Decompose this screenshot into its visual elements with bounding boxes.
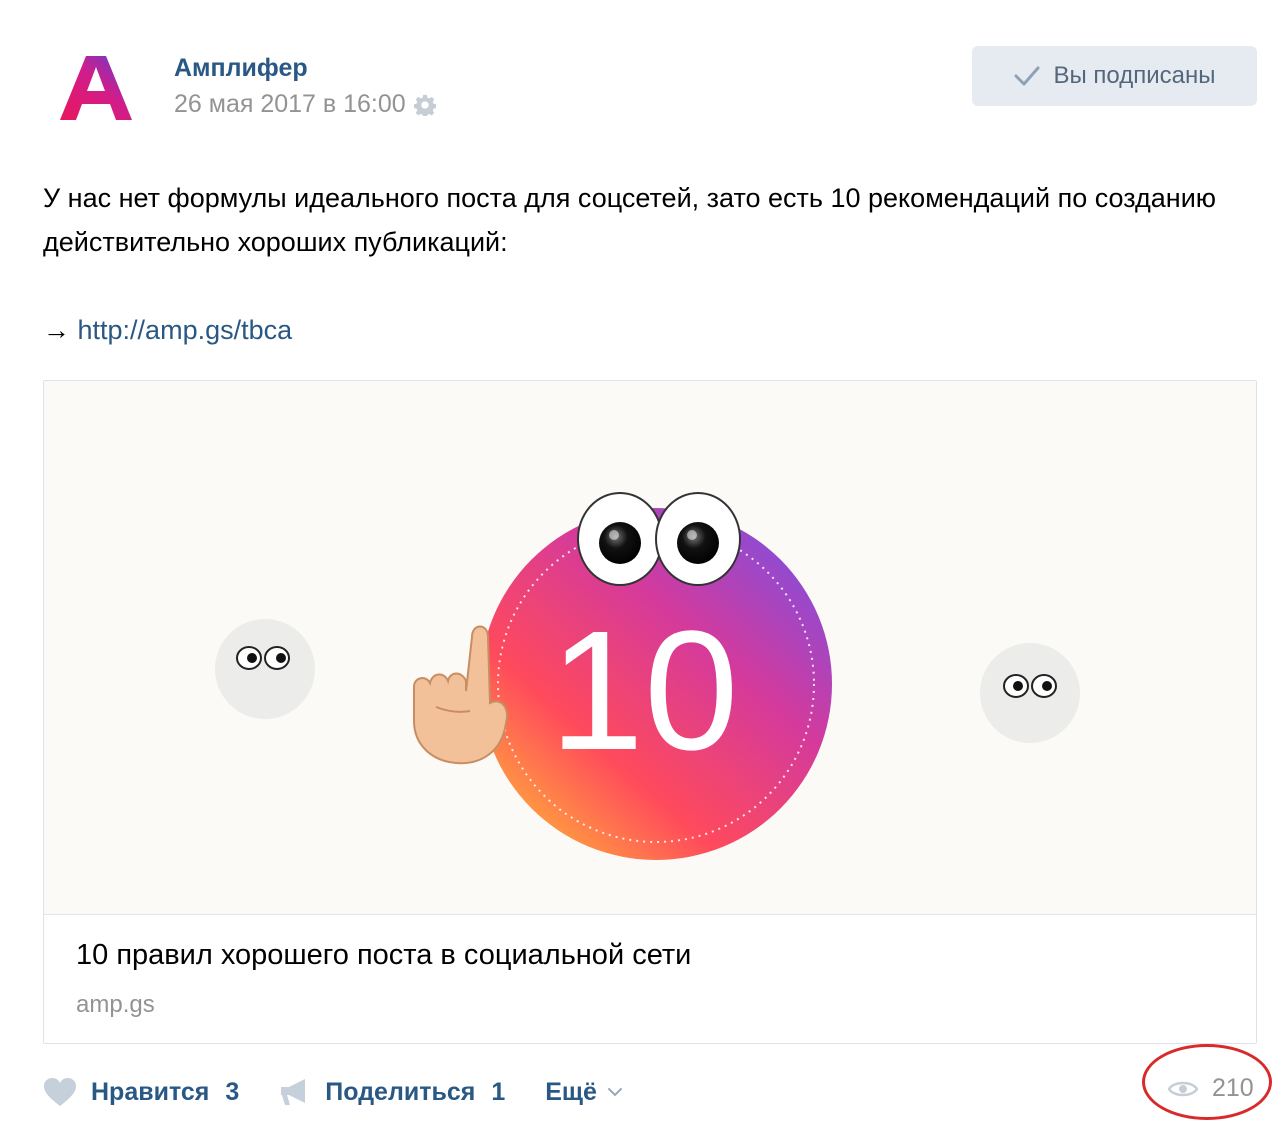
post-date[interactable]: 26 мая 2017 в 16:00	[174, 90, 406, 119]
subscribed-label: Вы подписаны	[1053, 62, 1216, 89]
views-count: 210	[1212, 1074, 1254, 1102]
post-link[interactable]: http://amp.gs/tbca	[78, 315, 293, 345]
chevron-down-icon	[607, 1088, 622, 1097]
like-count: 3	[225, 1077, 240, 1106]
eye-icon	[1168, 1081, 1198, 1096]
share-count: 1	[491, 1077, 506, 1106]
more-button[interactable]: Ещё	[545, 1078, 623, 1107]
link-card[interactable]: 10 10 правил хорошего поста в социальной	[43, 380, 1257, 1044]
megaphone-icon	[281, 1079, 306, 1105]
more-label: Ещё	[545, 1077, 597, 1106]
check-icon	[1014, 66, 1039, 86]
card-illustration: 10	[215, 492, 1080, 860]
subscribed-button[interactable]: Вы подписаны	[972, 46, 1257, 106]
avatar[interactable]	[56, 50, 136, 126]
share-label: Поделиться	[325, 1077, 476, 1106]
post-meta: 26 мая 2017 в 16:00	[174, 90, 436, 119]
card-title[interactable]: 10 правил хорошего поста в социальной се…	[76, 939, 691, 972]
card-number: 10	[549, 596, 738, 786]
post-link-row: → http://amp.gs/tbca	[43, 308, 292, 352]
post-actions: Нравится 3 Поделиться 1 Ещё	[43, 1068, 623, 1116]
arrow-glyph: →	[43, 315, 70, 345]
card-image[interactable]: 10	[44, 381, 1256, 915]
right-eyes-bubble	[980, 643, 1080, 743]
heart-icon	[44, 1078, 76, 1106]
card-domain: amp.gs	[76, 991, 155, 1018]
post-text: У нас нет формулы идеального поста для с…	[43, 183, 1217, 257]
left-eyes-bubble	[215, 619, 315, 719]
share-button[interactable]: Поделиться 1	[279, 1077, 505, 1107]
gear-icon[interactable]	[413, 94, 436, 117]
avatar-logo	[60, 56, 132, 120]
like-button[interactable]: Нравится 3	[43, 1077, 239, 1107]
views-counter: 210	[1168, 1074, 1254, 1103]
author-name[interactable]: Амплифер	[174, 54, 308, 83]
wall-post: Амплифер 26 мая 2017 в 16:00 Вы подписан…	[0, 0, 1280, 1138]
like-label: Нравится	[91, 1077, 210, 1106]
